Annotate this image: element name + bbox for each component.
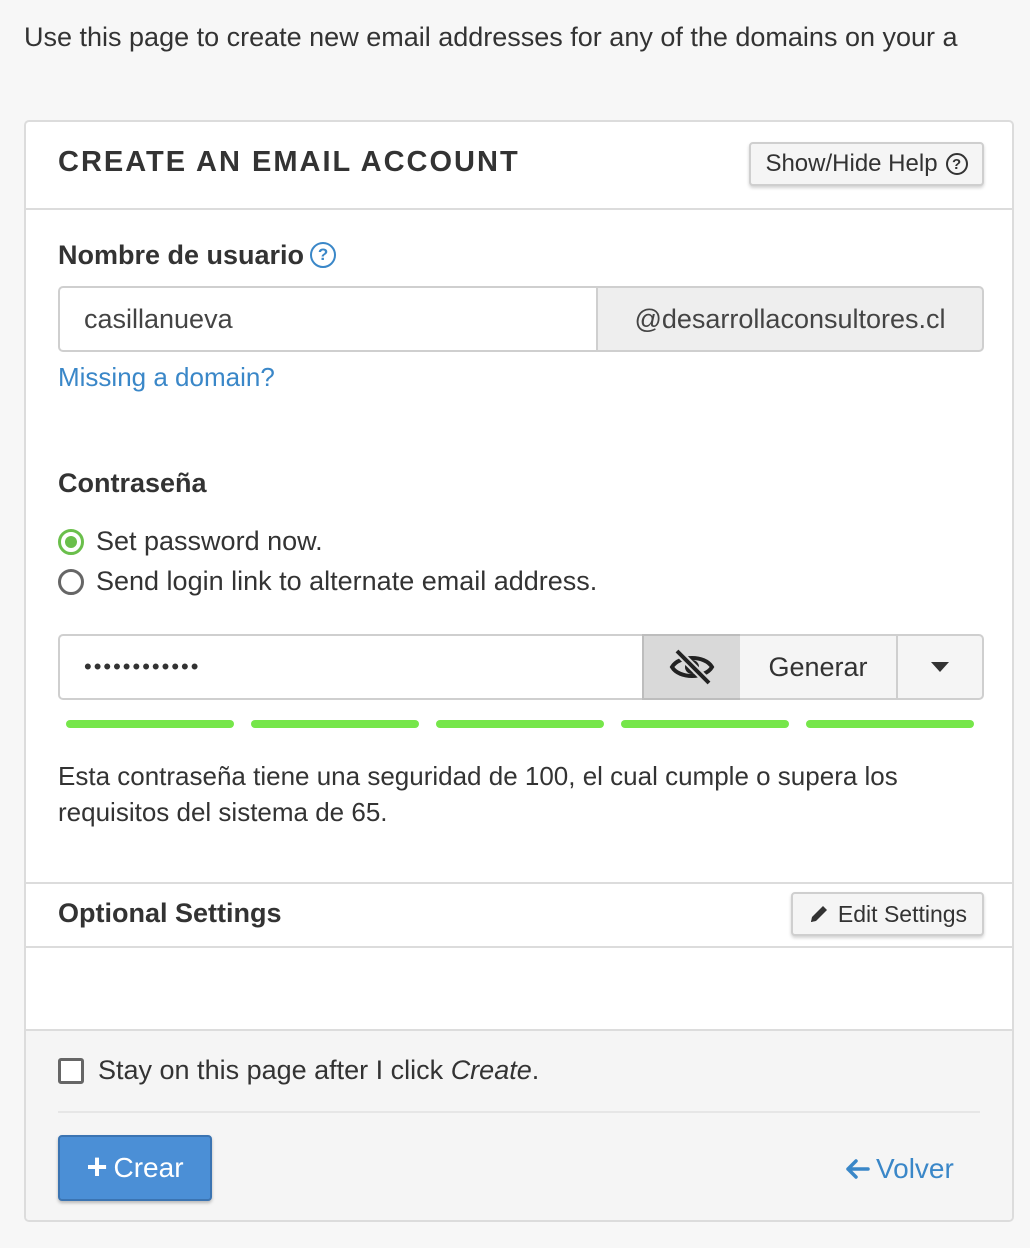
radio-label-send-link: Send login link to alternate email addre… xyxy=(96,566,598,596)
password-input[interactable]: •••••••••••• xyxy=(58,634,644,700)
missing-domain-link[interactable]: Missing a domain? xyxy=(58,362,275,393)
optional-settings-title: Optional Settings xyxy=(58,898,282,928)
radio-set-password-now[interactable]: Set password now. xyxy=(58,526,323,557)
generate-label: Generar xyxy=(768,651,868,682)
username-input[interactable]: casillanueva xyxy=(58,286,598,352)
eye-slash-icon xyxy=(669,648,715,686)
radio-button-checked[interactable] xyxy=(58,528,84,555)
form-footer: Stay on this page after I click Create. … xyxy=(26,1029,1012,1220)
edit-settings-button[interactable]: Edit Settings xyxy=(791,892,984,936)
toggle-password-visibility-button[interactable] xyxy=(642,634,742,700)
panel-header: CREATE AN EMAIL ACCOUNT Show/Hide Help ? xyxy=(26,122,1012,210)
create-button[interactable]: + Crear xyxy=(58,1135,212,1201)
generate-password-button[interactable]: Generar xyxy=(740,634,898,700)
create-button-label: Crear xyxy=(113,1152,184,1183)
panel-title: CREATE AN EMAIL ACCOUNT xyxy=(58,146,520,178)
pencil-icon xyxy=(810,906,827,922)
stay-on-page-checkbox[interactable] xyxy=(58,1057,84,1084)
stay-on-page-option[interactable]: Stay on this page after I click Create. xyxy=(58,1055,539,1086)
page-intro-text: Use this page to create new email addres… xyxy=(24,22,958,52)
strength-segment xyxy=(436,720,604,728)
arrow-left-icon xyxy=(846,1159,870,1179)
plus-icon: + xyxy=(86,1146,108,1187)
username-value: casillanueva xyxy=(84,303,233,334)
question-circle-icon: ? xyxy=(945,153,968,175)
caret-down-icon xyxy=(931,662,949,672)
username-label: Nombre de usuario? xyxy=(58,240,337,271)
radio-button-unchecked[interactable] xyxy=(58,568,84,595)
help-question-icon[interactable]: ? xyxy=(310,241,337,268)
strength-segment xyxy=(621,720,789,728)
optional-settings-header: Optional Settings Edit Settings xyxy=(26,882,1012,948)
show-hide-help-button[interactable]: Show/Hide Help ? xyxy=(749,142,984,186)
show-hide-help-label: Show/Hide Help xyxy=(765,150,938,177)
strength-segment xyxy=(251,720,419,728)
radio-label-set-password: Set password now. xyxy=(96,526,323,556)
back-link-label: Volver xyxy=(876,1153,954,1184)
back-link[interactable]: Volver xyxy=(844,1153,954,1185)
footer-divider xyxy=(58,1111,980,1113)
password-strength-meter xyxy=(66,720,976,728)
password-strength-text: Esta contraseña tiene una seguridad de 1… xyxy=(58,761,898,827)
radio-send-login-link[interactable]: Send login link to alternate email addre… xyxy=(58,566,597,597)
password-label: Contraseña xyxy=(58,468,207,498)
generate-options-dropdown[interactable] xyxy=(896,634,984,700)
edit-settings-label: Edit Settings xyxy=(837,900,968,927)
domain-value: @desarrollaconsultores.cl xyxy=(634,303,946,334)
password-masked-value: •••••••••••• xyxy=(84,654,201,679)
create-email-panel: CREATE AN EMAIL ACCOUNT Show/Hide Help ?… xyxy=(24,120,1014,1222)
username-label-text: Nombre de usuario xyxy=(58,240,305,270)
stay-on-page-label: Stay on this page after I click Create. xyxy=(98,1055,540,1085)
strength-segment xyxy=(806,720,974,728)
strength-segment xyxy=(66,720,234,728)
domain-addon[interactable]: @desarrollaconsultores.cl xyxy=(596,286,984,352)
